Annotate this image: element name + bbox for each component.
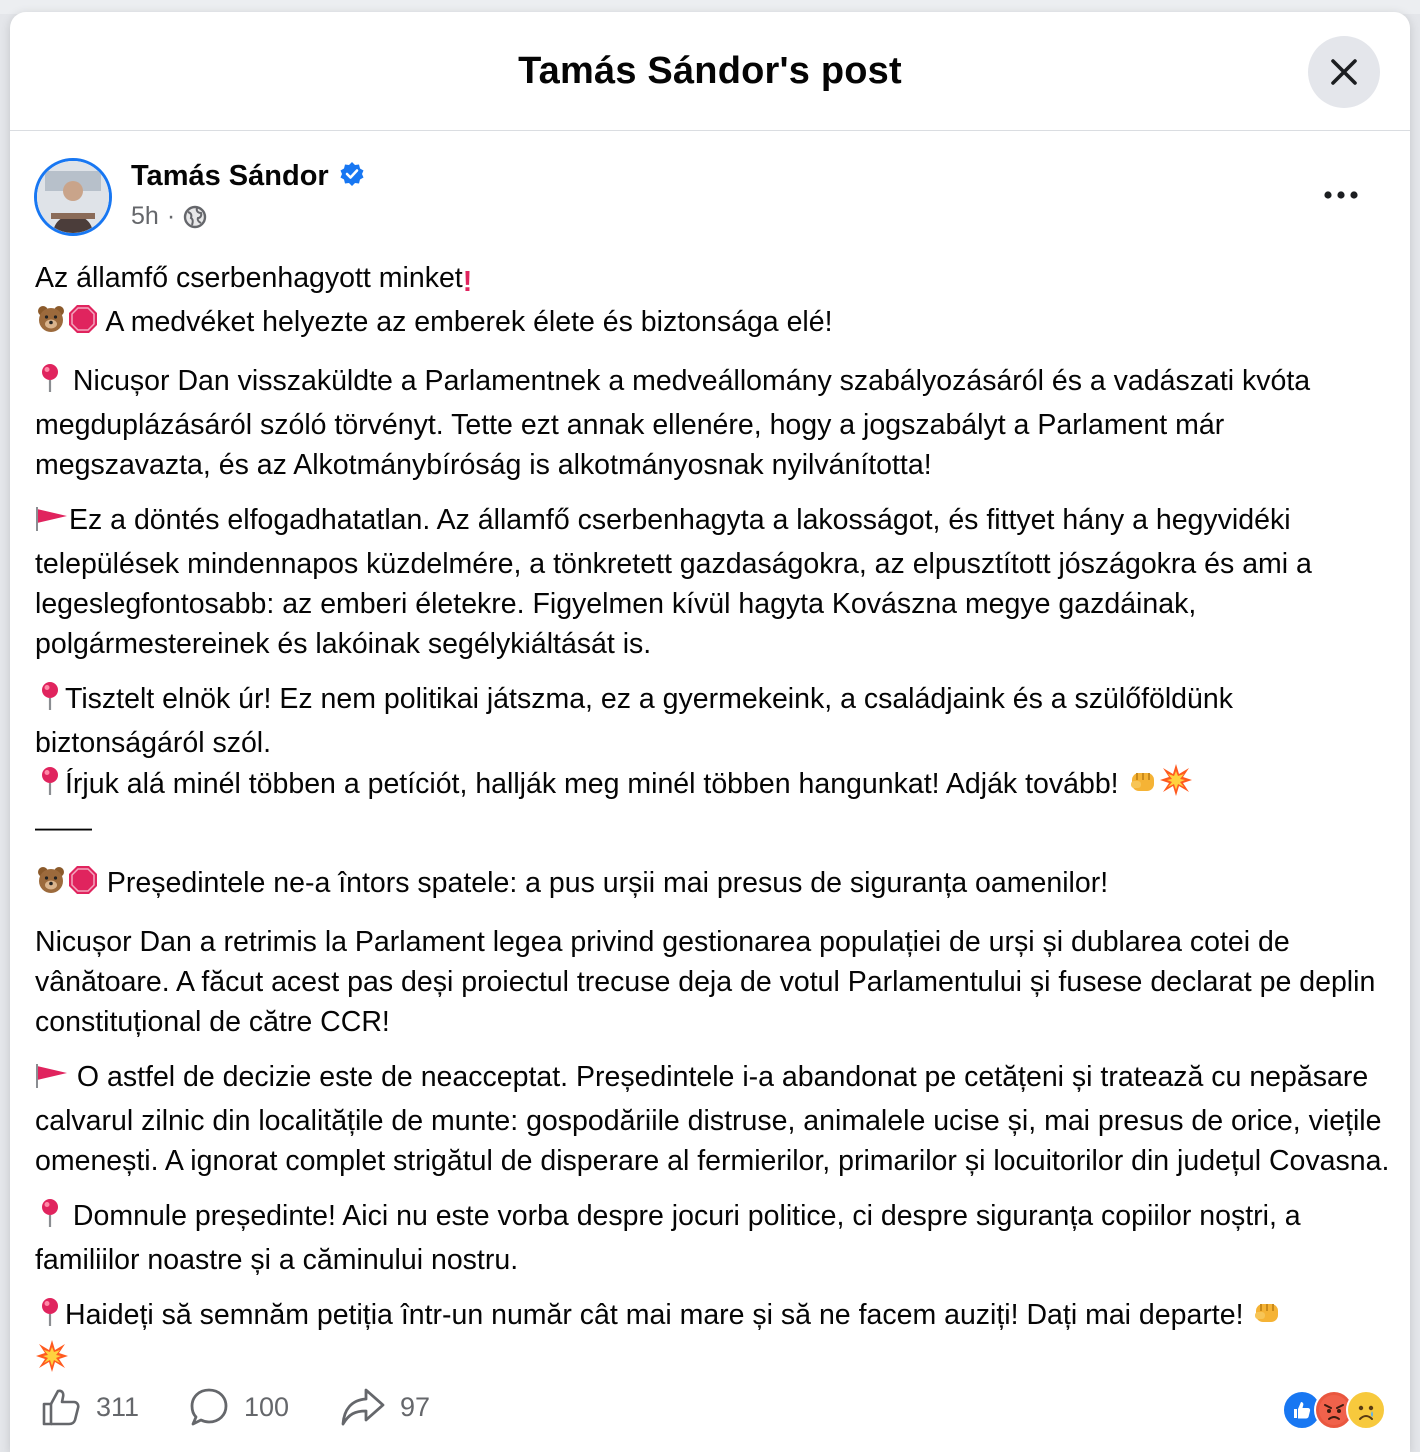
post-time[interactable]: 5h bbox=[131, 202, 159, 231]
paragraph-ro-1: Nicușor Dan a retrimis la Parlament lege… bbox=[35, 922, 1395, 1042]
post-meta: 5h · bbox=[131, 202, 207, 231]
author-row: Tamás Sándor bbox=[131, 160, 365, 193]
hu-headline: Az államfő cserbenhagyott minket bbox=[35, 262, 463, 294]
meta-separator: · bbox=[166, 202, 176, 230]
share-icon bbox=[341, 1388, 385, 1426]
close-button[interactable] bbox=[1308, 36, 1380, 108]
close-icon bbox=[1331, 59, 1357, 85]
post-header: Tamás Sándor 5h · bbox=[34, 158, 1386, 248]
red-pin-emoji bbox=[35, 680, 65, 723]
author-name[interactable]: Tamás Sándor bbox=[131, 160, 329, 193]
verified-badge-icon bbox=[339, 161, 365, 192]
ro-paragraph-1-text: Nicușor Dan a retrimis la Parlament lege… bbox=[35, 926, 1376, 1038]
section-divider: —— bbox=[35, 812, 92, 844]
exclamation-emoji: ! bbox=[462, 266, 473, 298]
avatar[interactable] bbox=[34, 158, 112, 236]
more-options-icon bbox=[1324, 191, 1358, 199]
hu-paragraph-1-text: Nicușor Dan visszaküldte a Parlamentnek … bbox=[35, 365, 1311, 481]
hu-subline: A medvéket helyezte az emberek élete és … bbox=[99, 306, 833, 338]
red-pin-emoji bbox=[35, 1197, 65, 1240]
bear-emoji bbox=[35, 303, 67, 346]
post-actions: 311 100 97 bbox=[40, 1386, 1390, 1436]
paragraph-hu-2: Ez a döntés elfogadhatatlan. Az államfő … bbox=[35, 500, 1395, 664]
share-count: 97 bbox=[400, 1391, 431, 1422]
paragraph-ro-4: Haideți să semnăm petiția într-un număr … bbox=[35, 1295, 1395, 1384]
dialog-title: Tamás Sándor's post bbox=[518, 50, 902, 92]
paragraph-hu-3: Tisztelt elnök úr! Ez nem politikai játs… bbox=[35, 679, 1395, 848]
red-pin-emoji bbox=[35, 765, 65, 808]
sad-reaction-icon bbox=[1346, 1390, 1386, 1430]
ro-headline: Președintele ne-a întors spatele: a pus … bbox=[99, 867, 1109, 899]
hu-paragraph-3a-text: Tisztelt elnök úr! Ez nem politikai játs… bbox=[35, 683, 1233, 759]
collision-emoji bbox=[35, 1339, 69, 1384]
stop-sign-emoji bbox=[67, 303, 99, 346]
paragraph-hu-1: Nicușor Dan visszaküldte a Parlamentnek … bbox=[35, 361, 1395, 485]
comment-icon bbox=[190, 1388, 228, 1426]
stop-sign-emoji bbox=[67, 864, 99, 907]
reaction-summary[interactable] bbox=[1282, 1390, 1386, 1430]
like-count: 311 bbox=[96, 1391, 140, 1422]
comment-button[interactable]: 100 bbox=[188, 1386, 289, 1428]
more-options-button[interactable] bbox=[1316, 180, 1366, 210]
paragraph-ro-3: Domnule președinte! Aici nu este vorba d… bbox=[35, 1196, 1395, 1280]
collision-emoji bbox=[1159, 763, 1193, 808]
hu-paragraph-3b-text: Írjuk alá minél többen a petíciót, hallj… bbox=[65, 768, 1127, 800]
like-icon bbox=[42, 1389, 80, 1426]
bear-emoji bbox=[35, 864, 67, 907]
post-dialog: Tamás Sándor's post Tamás Sándor 5h · Az… bbox=[10, 12, 1410, 1452]
paragraph-hu-intro: Az államfő cserbenhagyott minket! A medv… bbox=[35, 258, 1395, 346]
red-pin-emoji bbox=[35, 362, 65, 405]
fist-emoji bbox=[1127, 765, 1159, 808]
paragraph-ro-title: Președintele ne-a întors spatele: a pus … bbox=[35, 863, 1395, 907]
red-flag-emoji bbox=[35, 503, 69, 544]
like-button[interactable]: 311 bbox=[40, 1386, 139, 1428]
ro-paragraph-2-text: O astfel de decizie este de neacceptat. … bbox=[35, 1061, 1390, 1177]
red-flag-emoji bbox=[35, 1060, 69, 1101]
post-message: Az államfő cserbenhagyott minket! A medv… bbox=[35, 258, 1395, 1399]
ro-paragraph-3-text: Domnule președinte! Aici nu este vorba d… bbox=[35, 1200, 1301, 1276]
paragraph-ro-2: O astfel de decizie este de neacceptat. … bbox=[35, 1057, 1395, 1181]
hu-paragraph-2-text: Ez a döntés elfogadhatatlan. Az államfő … bbox=[35, 504, 1312, 660]
fist-emoji bbox=[1251, 1296, 1283, 1339]
ro-paragraph-4-text: Haideți să semnăm petiția într-un număr … bbox=[65, 1299, 1252, 1331]
dialog-header: Tamás Sándor's post bbox=[10, 12, 1410, 131]
comment-count: 100 bbox=[244, 1391, 290, 1422]
share-button[interactable]: 97 bbox=[340, 1386, 430, 1428]
red-pin-emoji bbox=[35, 1296, 65, 1339]
globe-icon bbox=[183, 205, 207, 228]
